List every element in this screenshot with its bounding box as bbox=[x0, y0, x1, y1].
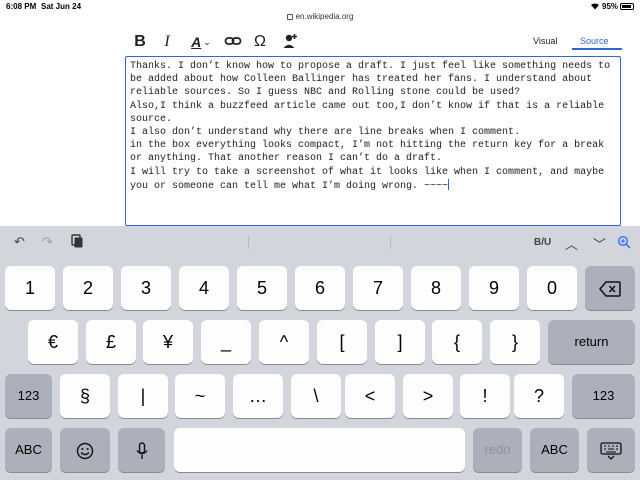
emoji-icon bbox=[76, 443, 94, 460]
hide-keyboard-key[interactable] bbox=[587, 428, 635, 472]
on-screen-keyboard: ↶ ↷ B/U ︿ ﹀ 1 2 3 4 5 6 7 8 9 0 € £ ¥ _ … bbox=[0, 226, 640, 480]
return-key[interactable]: return bbox=[548, 320, 635, 364]
key-pound[interactable]: £ bbox=[86, 320, 136, 364]
abc-key-left[interactable]: ABC bbox=[5, 428, 52, 472]
text-style-icon: A bbox=[191, 34, 202, 50]
battery-percent: 95% bbox=[602, 2, 619, 11]
toolbar-divider bbox=[390, 235, 391, 249]
tab-visual[interactable]: Visual bbox=[533, 36, 557, 46]
person-add-icon bbox=[283, 34, 297, 48]
dictation-key[interactable] bbox=[118, 428, 165, 472]
key-greater-than[interactable]: > bbox=[403, 374, 453, 418]
url-text: en.wikipedia.org bbox=[295, 12, 354, 21]
key-yen[interactable]: ¥ bbox=[143, 320, 193, 364]
text-style-button[interactable]: A ⌄ bbox=[186, 32, 216, 52]
address-bar[interactable]: en.wikipedia.org bbox=[0, 12, 640, 28]
battery-icon bbox=[620, 3, 634, 10]
format-button[interactable]: B/U bbox=[534, 237, 551, 248]
key-underscore[interactable]: _ bbox=[201, 320, 251, 364]
key-1[interactable]: 1 bbox=[5, 266, 55, 310]
zoom-search-icon[interactable] bbox=[617, 235, 631, 252]
wifi-icon bbox=[590, 2, 600, 12]
abc-key-right[interactable]: ABC bbox=[530, 428, 579, 472]
key-8[interactable]: 8 bbox=[411, 266, 461, 310]
key-right-bracket[interactable]: ] bbox=[375, 320, 425, 364]
source-editor-textarea[interactable]: Thanks. I don’t know how to propose a dr… bbox=[125, 56, 621, 226]
key-right-brace[interactable]: } bbox=[490, 320, 540, 364]
keyboard-dismiss-icon bbox=[600, 442, 622, 461]
key-question[interactable]: ? bbox=[514, 374, 564, 418]
key-2[interactable]: 2 bbox=[63, 266, 113, 310]
add-citation-button[interactable] bbox=[281, 32, 299, 52]
link-icon bbox=[224, 37, 242, 45]
key-5[interactable]: 5 bbox=[237, 266, 287, 310]
key-left-brace[interactable]: { bbox=[432, 320, 482, 364]
key-4[interactable]: 4 bbox=[179, 266, 229, 310]
key-backslash[interactable]: \ bbox=[291, 374, 341, 418]
bold-button[interactable]: B bbox=[133, 32, 147, 52]
numbers-mode-key-left[interactable]: 123 bbox=[5, 374, 52, 418]
key-tilde[interactable]: ~ bbox=[175, 374, 225, 418]
italic-button[interactable]: I bbox=[161, 32, 173, 52]
emoji-key[interactable] bbox=[60, 428, 110, 472]
paste-icon[interactable] bbox=[70, 234, 84, 251]
toolbar-divider bbox=[248, 235, 249, 249]
delete-key[interactable] bbox=[585, 266, 635, 310]
status-date: Sat Jun 24 bbox=[41, 2, 82, 11]
special-character-button[interactable]: Ω bbox=[252, 32, 268, 52]
link-button[interactable] bbox=[224, 32, 242, 52]
active-tab-indicator bbox=[572, 48, 622, 50]
editor-content: Thanks. I don’t know how to propose a dr… bbox=[130, 60, 618, 193]
key-section[interactable]: § bbox=[60, 374, 110, 418]
key-less-than[interactable]: < bbox=[345, 374, 395, 418]
key-6[interactable]: 6 bbox=[295, 266, 345, 310]
undo-icon[interactable]: ↶ bbox=[14, 234, 25, 250]
redo-key[interactable]: redo bbox=[473, 428, 522, 472]
chevron-up-icon[interactable]: ︿ bbox=[565, 234, 578, 253]
editor-text: Thanks. I don’t know how to propose a dr… bbox=[130, 61, 611, 192]
key-left-bracket[interactable]: [ bbox=[317, 320, 367, 364]
backspace-icon bbox=[599, 281, 621, 297]
numbers-mode-key-right[interactable]: 123 bbox=[572, 374, 635, 418]
space-bar[interactable] bbox=[174, 428, 465, 472]
keyboard-toolbar: ↶ ↷ B/U ︿ ﹀ bbox=[0, 226, 640, 258]
key-0[interactable]: 0 bbox=[527, 266, 577, 310]
key-7[interactable]: 7 bbox=[353, 266, 403, 310]
key-ellipsis[interactable]: … bbox=[233, 374, 283, 418]
key-exclamation[interactable]: ! bbox=[460, 374, 510, 418]
lock-icon bbox=[286, 14, 293, 20]
key-caret[interactable]: ^ bbox=[259, 320, 309, 364]
key-9[interactable]: 9 bbox=[469, 266, 519, 310]
tab-source[interactable]: Source bbox=[580, 36, 609, 46]
microphone-icon bbox=[135, 442, 148, 460]
key-3[interactable]: 3 bbox=[121, 266, 171, 310]
key-pipe[interactable]: | bbox=[118, 374, 168, 418]
text-caret bbox=[448, 178, 450, 190]
key-euro[interactable]: € bbox=[28, 320, 78, 364]
status-time: 6:08 PM bbox=[6, 2, 37, 11]
chevron-down-icon[interactable]: ﹀ bbox=[593, 234, 606, 253]
redo-icon[interactable]: ↷ bbox=[42, 234, 53, 250]
chevron-down-icon: ⌄ bbox=[203, 37, 211, 47]
